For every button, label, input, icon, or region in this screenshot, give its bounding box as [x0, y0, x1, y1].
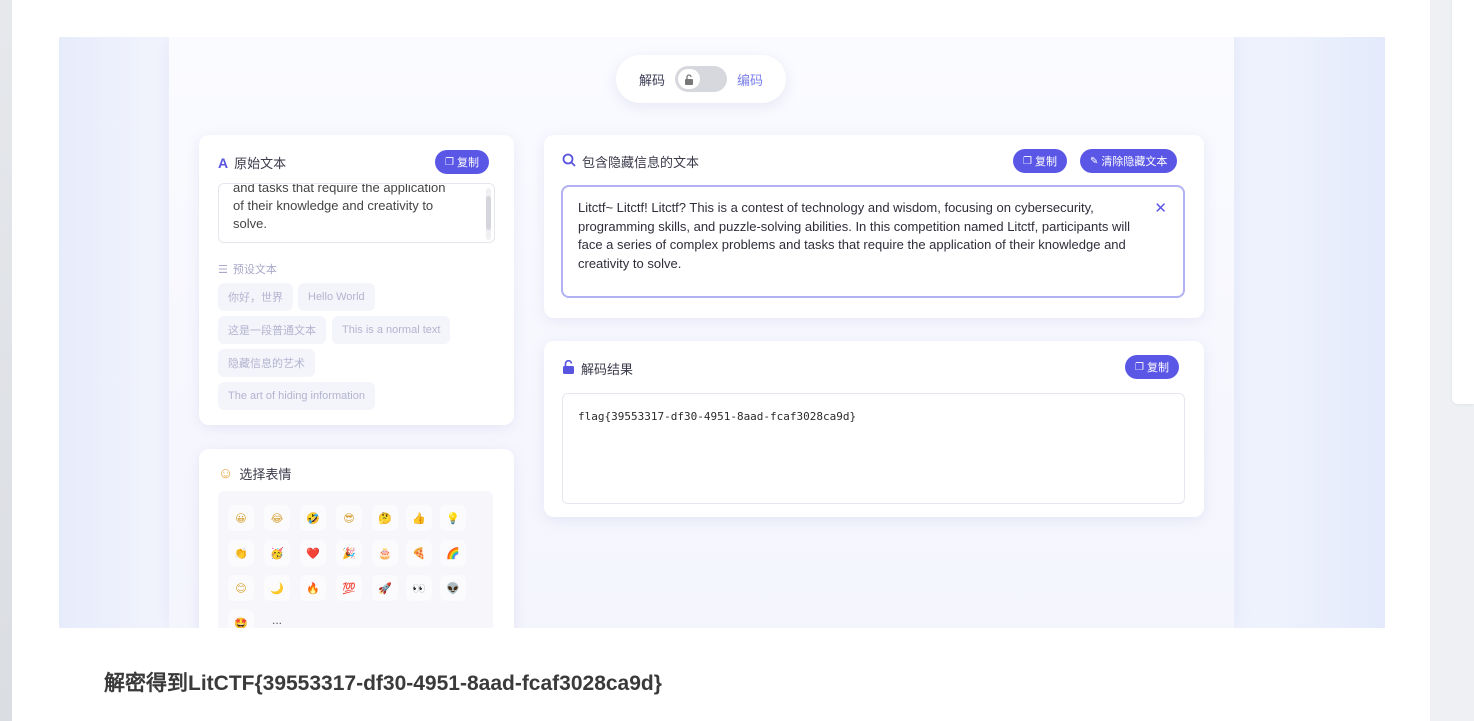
clear-hidden-button[interactable]: ✎ 清除隐藏文本	[1080, 149, 1178, 173]
emoji-card: ☺ 选择表情 😀 😂 🤣 😎 🤔 👍 💡 👏 🥳 ❤️ 🎉 🎂 🍕 🌈 😊 🌙 …	[199, 449, 514, 628]
emoji-button[interactable]: 🎉	[336, 540, 362, 566]
original-text-line: solve.	[233, 216, 267, 231]
mode-switch[interactable]	[675, 66, 727, 92]
hidden-text-value: Litctf~ Litctf! Litctf? This is a contes…	[578, 200, 1131, 271]
emoji-grid: 😀 😂 🤣 😎 🤔 👍 💡 👏 🥳 ❤️ 🎉 🎂 🍕 🌈 😊 🌙 🔥 💯 🚀 👀…	[218, 491, 493, 628]
sidebar-card	[1452, 0, 1474, 404]
emoji-button[interactable]: 🌈	[440, 540, 466, 566]
emoji-button[interactable]: 🔥	[300, 575, 326, 601]
close-icon[interactable]: ✕	[1154, 200, 1167, 219]
emoji-button[interactable]: 💡	[440, 505, 466, 531]
hidden-text-input[interactable]: Litctf~ Litctf! Litctf? This is a contes…	[561, 185, 1185, 298]
emoji-button[interactable]: 😂	[264, 505, 290, 531]
emoji-button[interactable]: 👀	[406, 575, 432, 601]
unlock-icon	[562, 359, 575, 377]
result-title-label: 解码结果	[581, 362, 634, 377]
preset-label: ☰ 预设文本	[218, 261, 277, 277]
emoji-button[interactable]: 👏	[228, 540, 254, 566]
result-output[interactable]: flag{39553317-df30-4951-8aad-fcaf3028ca9…	[562, 393, 1185, 504]
emoji-button[interactable]: 🌙	[264, 575, 290, 601]
preset-chip[interactable]: Hello World	[298, 283, 375, 311]
emoji-button[interactable]: 🤣	[300, 505, 326, 531]
emoji-button[interactable]: 😀	[228, 505, 254, 531]
emoji-title-label: 选择表情	[239, 467, 292, 482]
mode-toggle[interactable]: 解码 编码	[616, 55, 786, 103]
preset-chip[interactable]: 这是一段普通文本	[218, 316, 326, 344]
preset-chip[interactable]: 你好，世界	[218, 283, 293, 311]
original-text-card: A 原始文本 ❐ 复制 and tasks that require the a…	[199, 135, 514, 425]
copy-result-button[interactable]: ❐ 复制	[1125, 355, 1179, 379]
emoji-button[interactable]: 🤔	[372, 505, 398, 531]
emoji-button[interactable]: 👽	[440, 575, 466, 601]
original-text-line: of their knowledge and creativity to	[233, 198, 434, 213]
result-value: flag{39553317-df30-4951-8aad-fcaf3028ca9…	[578, 410, 857, 423]
copy-hidden-label: 复制	[1034, 156, 1057, 168]
result-title: 解码结果	[562, 359, 633, 378]
scrollbar-thumb[interactable]	[486, 196, 491, 230]
original-text-title: A 原始文本	[218, 153, 286, 172]
copy-icon: ❐	[1135, 361, 1144, 373]
emoji-button[interactable]: 😎	[336, 505, 362, 531]
emoji-button[interactable]: 👍	[406, 505, 432, 531]
preset-chip[interactable]: This is a normal text	[332, 316, 451, 344]
emoji-button[interactable]: 💯	[336, 575, 362, 601]
original-text-title-label: 原始文本	[234, 156, 287, 171]
emoji-title: ☺ 选择表情	[218, 464, 291, 483]
copy-original-label: 复制	[456, 157, 479, 169]
preset-chip[interactable]: 隐藏信息的艺术	[218, 349, 315, 377]
page-background	[0, 0, 12, 721]
emoji-button[interactable]: 😊	[228, 575, 254, 601]
emoji-button[interactable]: 🚀	[372, 575, 398, 601]
emoji-button[interactable]: 🥳	[264, 540, 290, 566]
emoji-button[interactable]: 🍕	[406, 540, 432, 566]
original-text-input[interactable]: and tasks that require the application o…	[218, 183, 495, 243]
emoji-button[interactable]: ❤️	[300, 540, 326, 566]
lock-icon	[678, 69, 700, 89]
list-icon: ☰	[218, 263, 228, 276]
hidden-text-title-label: 包含隐藏信息的文本	[582, 155, 700, 170]
search-icon	[562, 153, 576, 170]
preset-chip[interactable]: The art of hiding information	[218, 382, 375, 410]
hidden-text-title: 包含隐藏信息的文本	[562, 152, 699, 171]
preset-label-text: 预设文本	[232, 264, 277, 276]
scrollbar[interactable]	[486, 188, 491, 240]
smile-icon: ☺	[218, 465, 234, 482]
emoji-button[interactable]: 🤩	[228, 610, 254, 628]
original-text-line: and tasks that require the application	[233, 183, 446, 195]
encode-label[interactable]: 编码	[737, 70, 763, 89]
more-emojis[interactable]: ...	[272, 613, 282, 627]
copy-original-button[interactable]: ❐ 复制	[435, 150, 489, 174]
copy-result-label: 复制	[1146, 362, 1169, 374]
copy-icon: ❐	[1023, 155, 1032, 167]
clear-hidden-label: 清除隐藏文本	[1101, 156, 1168, 168]
font-icon: A	[218, 154, 229, 171]
decode-label[interactable]: 解码	[639, 70, 665, 89]
screenshot-image: 解码 编码 A 原始文本 ❐ 复制 and tasks that require…	[59, 37, 1385, 628]
hidden-text-card: 包含隐藏信息的文本 ❐ 复制 ✎ 清除隐藏文本 Litctf~ Litctf! …	[544, 135, 1204, 318]
article-caption: 解密得到LitCTF{39553317-df30-4951-8aad-fcaf3…	[104, 672, 662, 695]
decode-result-card: 解码结果 ❐ 复制 flag{39553317-df30-4951-8aad-f…	[544, 341, 1204, 517]
emoji-button[interactable]: 🎂	[372, 540, 398, 566]
brush-icon: ✎	[1090, 155, 1099, 167]
copy-icon: ❐	[445, 156, 454, 168]
steganography-app: 解码 编码 A 原始文本 ❐ 复制 and tasks that require…	[169, 37, 1234, 628]
copy-hidden-button[interactable]: ❐ 复制	[1013, 149, 1067, 173]
